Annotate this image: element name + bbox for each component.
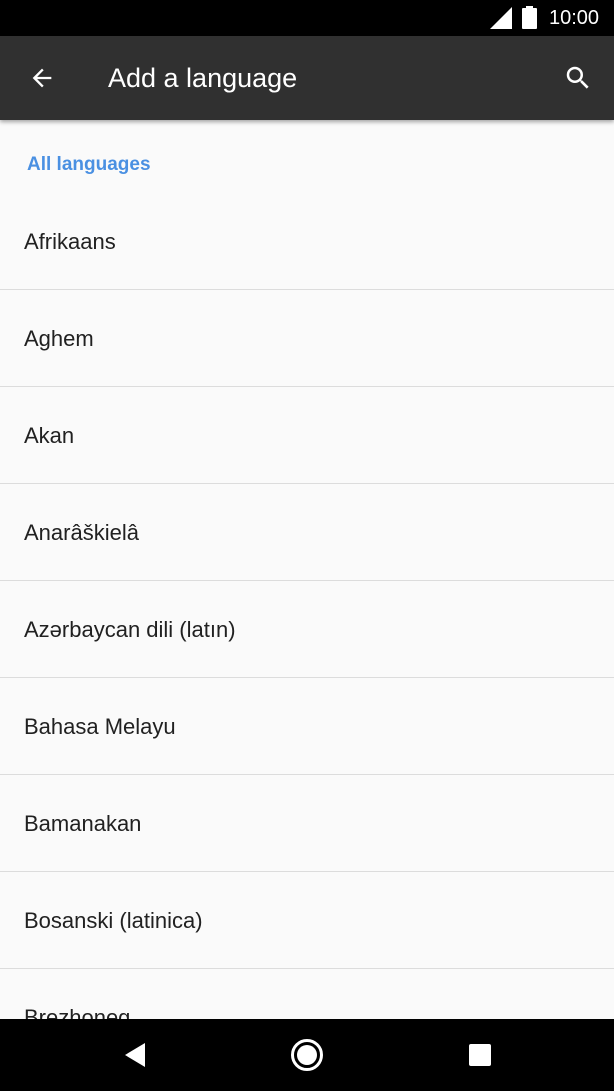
nav-recents-button[interactable] (456, 1031, 504, 1079)
screen: 10:00 Add a language All languages Afrik… (0, 0, 614, 1091)
nav-home-button[interactable] (283, 1031, 331, 1079)
arrow-back-icon (32, 68, 52, 88)
status-bar: 10:00 (0, 0, 614, 36)
language-list-container: All languages Afrikaans Aghem Akan Anarâ… (0, 120, 614, 1019)
nav-back-icon (125, 1043, 145, 1067)
language-label: Aghem (24, 326, 94, 351)
language-list: Afrikaans Aghem Akan Anarâškielâ Azərbay… (0, 193, 614, 1019)
language-item[interactable]: Brezhoneg (0, 969, 614, 1019)
signal-icon (490, 7, 512, 29)
nav-recents-icon (469, 1044, 491, 1066)
language-item[interactable]: Aghem (0, 290, 614, 387)
status-time: 10:00 (549, 7, 600, 29)
app-bar: Add a language (0, 36, 614, 120)
language-item[interactable]: Akan (0, 387, 614, 484)
search-button[interactable] (554, 54, 602, 102)
page-title: Add a language (108, 63, 298, 93)
nav-back-button[interactable] (111, 1031, 159, 1079)
language-item[interactable]: Bahasa Melayu (0, 678, 614, 775)
nav-home-icon (291, 1039, 323, 1071)
language-label: Afrikaans (24, 229, 116, 254)
language-label: Bahasa Melayu (24, 714, 176, 739)
language-label: Bamanakan (24, 811, 142, 836)
language-label: Azərbaycan dili (latın) (24, 617, 236, 642)
navigation-bar (0, 1019, 614, 1091)
language-label: Anarâškielâ (24, 520, 139, 545)
language-label: Bosanski (latinica) (24, 908, 203, 933)
language-item[interactable]: Bosanski (latinica) (0, 872, 614, 969)
language-item[interactable]: Anarâškielâ (0, 484, 614, 581)
language-item[interactable]: Afrikaans (0, 193, 614, 290)
language-item[interactable]: Bamanakan (0, 775, 614, 872)
battery-icon (522, 6, 537, 29)
back-button[interactable] (18, 54, 66, 102)
search-icon (566, 66, 589, 89)
language-label: Akan (24, 423, 75, 448)
section-header-all-languages: All languages (27, 154, 151, 175)
language-item[interactable]: Azərbaycan dili (latın) (0, 581, 614, 678)
language-label: Brezhoneg (24, 1005, 131, 1019)
